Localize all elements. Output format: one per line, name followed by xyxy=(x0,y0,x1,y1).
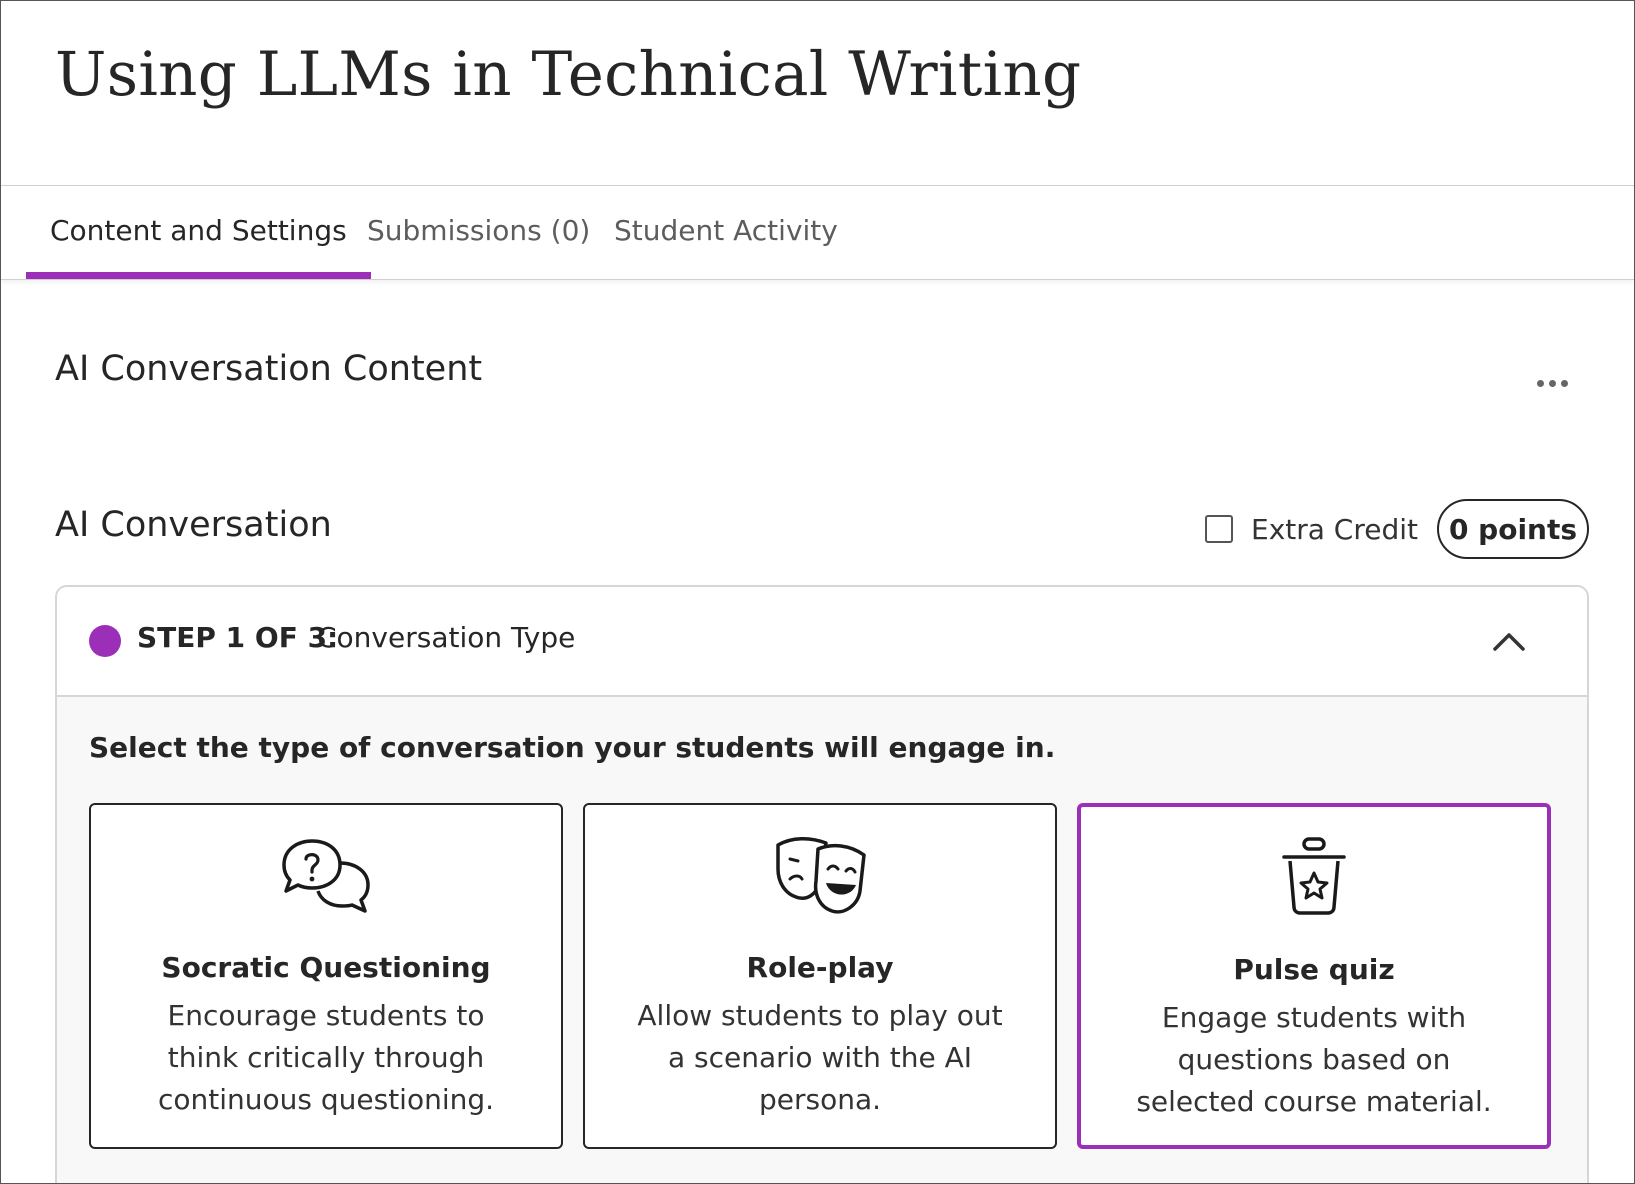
chevron-up-icon xyxy=(1493,633,1525,651)
option-pulse-quiz[interactable]: Pulse quiz Engage students with question… xyxy=(1077,803,1551,1149)
option-socratic-questioning[interactable]: Socratic Questioning Encourage students … xyxy=(89,803,563,1149)
extra-credit-checkbox[interactable] xyxy=(1205,515,1233,543)
page-header: Using LLMs in Technical Writing xyxy=(1,1,1634,186)
option-description: Allow students to play out a scenario wi… xyxy=(637,999,1003,1116)
step-header[interactable]: STEP 1 OF 3: Conversation Type xyxy=(57,587,1587,697)
option-description: Engage students with questions based on … xyxy=(1136,1001,1492,1118)
theater-masks-icon xyxy=(776,837,866,914)
extra-credit-label: Extra Credit xyxy=(1251,512,1419,546)
question-bubbles-icon xyxy=(282,839,370,913)
content-section-title: AI Conversation Content xyxy=(55,349,483,389)
collapse-step-button[interactable] xyxy=(1481,613,1537,669)
step-instruction: Select the type of conversation your stu… xyxy=(89,731,1056,764)
ellipsis-icon xyxy=(1548,379,1556,387)
ellipsis-icon xyxy=(1560,379,1568,387)
step-name: Conversation Type xyxy=(317,621,576,654)
tab-submissions[interactable]: Submissions (0) xyxy=(367,186,590,279)
tab-student-activity[interactable]: Student Activity xyxy=(614,186,838,279)
option-role-play[interactable]: Role-play Allow students to play out a s… xyxy=(583,803,1057,1149)
option-title: Socratic Questioning xyxy=(161,951,491,984)
step-panel: STEP 1 OF 3: Conversation Type Select th… xyxy=(55,585,1589,1183)
conversation-title: AI Conversation xyxy=(55,505,332,545)
option-description: Encourage students to think critically t… xyxy=(157,999,495,1116)
tab-content-and-settings[interactable]: Content and Settings xyxy=(26,186,371,279)
quiz-bin-star-icon xyxy=(1282,837,1346,915)
option-title: Role-play xyxy=(746,951,894,984)
more-options-button[interactable] xyxy=(1521,361,1583,405)
page-title: Using LLMs in Technical Writing xyxy=(55,39,1082,110)
points-button[interactable]: 0 points xyxy=(1437,499,1589,559)
step-status-dot xyxy=(89,625,121,657)
ellipsis-icon xyxy=(1536,379,1544,387)
step-label: STEP 1 OF 3: xyxy=(137,621,339,654)
tab-bar: Content and Settings Submissions (0) Stu… xyxy=(1,186,1634,280)
option-title: Pulse quiz xyxy=(1233,953,1395,986)
app-frame: Using LLMs in Technical Writing Content … xyxy=(0,0,1635,1184)
extra-credit-toggle[interactable]: Extra Credit xyxy=(1205,511,1418,547)
